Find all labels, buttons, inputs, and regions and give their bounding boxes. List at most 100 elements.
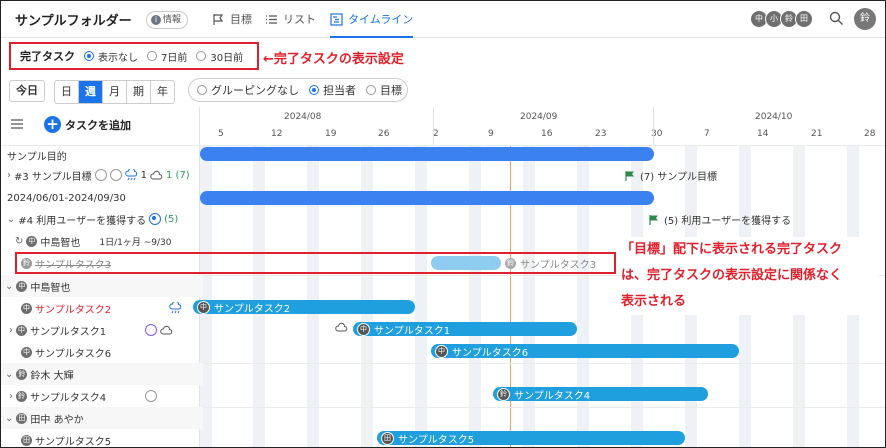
- info-icon: i: [151, 15, 161, 25]
- radio-checked-icon: [84, 51, 94, 61]
- avatar: 中: [16, 280, 28, 292]
- bar-label: サンプルタスク4: [514, 390, 591, 402]
- add-task-button[interactable]: + タスクを追加: [44, 116, 131, 133]
- task-name: サンプルタスク1: [30, 326, 107, 338]
- bar-label: サンプルタスク5: [398, 434, 475, 446]
- chevron-down-icon[interactable]: ⌄: [5, 281, 13, 292]
- tab-timeline-label: タイムライン: [348, 13, 414, 26]
- radio-icon: [147, 51, 157, 61]
- completed-option-7days[interactable]: 7日前: [147, 49, 187, 64]
- day-label: 14: [757, 129, 769, 139]
- task-bar[interactable]: 中 サンプルタスク6: [431, 344, 739, 359]
- chevron-right-icon[interactable]: ›: [7, 170, 11, 181]
- month-label: 2024/09: [520, 112, 558, 122]
- task-row[interactable]: 中 サンプルタスク6: [1, 341, 219, 363]
- avatar: 中: [197, 300, 210, 314]
- owner-row[interactable]: ↻ 中 中島智也 1日/1ヶ月 ~9/30: [1, 230, 213, 252]
- purpose-bar[interactable]: [200, 147, 654, 161]
- group-header-row[interactable]: ⌄ 鈴 鈴木 大輝: [1, 363, 203, 385]
- period-row[interactable]: 2024/06/01-2024/09/30: [1, 187, 205, 209]
- day-label: 9: [488, 129, 494, 139]
- scale-week[interactable]: 週: [79, 81, 103, 103]
- month-divider: [653, 107, 654, 145]
- annotation-line: 「目標」配下に表示される完了タスク: [621, 242, 843, 257]
- avatar: 中: [21, 302, 32, 314]
- check-circle-icon: [149, 213, 162, 225]
- avatar: 鈴: [16, 390, 27, 402]
- month-divider: [433, 107, 434, 145]
- task-bar[interactable]: 中 サンプルタスク2: [193, 300, 415, 315]
- completed-option-30days[interactable]: 30日前: [196, 49, 243, 64]
- goal-period: 2024/06/01-2024/09/30: [7, 192, 126, 204]
- goal-flag[interactable]: (5) 利用ユーザーを獲得する: [648, 212, 791, 227]
- tab-list[interactable]: リスト: [265, 1, 316, 37]
- tab-timeline[interactable]: タイムライン: [330, 1, 414, 38]
- annotation-completed-under-goal: 「目標」配下に表示される完了タスク は、完了タスクの表示設定に関係なく 表示され…: [621, 237, 879, 315]
- task-bar[interactable]: 田 サンプルタスク5: [377, 431, 685, 446]
- check-circle-icon: [109, 169, 122, 181]
- task-row[interactable]: › 鈴 サンプルタスク4: [1, 385, 207, 407]
- progress-ring-icon: [94, 169, 107, 181]
- goal-name: #4 利用ユーザーを獲得する: [18, 215, 147, 227]
- chevron-down-icon[interactable]: ⌄: [5, 369, 13, 380]
- task-row[interactable]: › 中 サンプルタスク1: [1, 319, 207, 341]
- bar-label: サンプルタスク6: [452, 347, 529, 359]
- flag-icon: [625, 170, 634, 181]
- scale-day[interactable]: 日: [55, 81, 79, 103]
- completed-task-highlight: [15, 252, 616, 274]
- app-window: サンプルフォルダー i 情報 目標 リスト タイムライン 中 小 鈴 田 鈴 完…: [0, 0, 886, 448]
- list-icon: [266, 14, 277, 24]
- chevron-right-icon[interactable]: ›: [9, 325, 13, 336]
- avatar: 田: [795, 10, 813, 28]
- goal-flag[interactable]: (7) サンプル目標: [624, 168, 717, 183]
- avatar: 鈴: [16, 368, 28, 380]
- progress-ring-icon: [145, 390, 158, 402]
- avatar: 田: [381, 431, 394, 445]
- chevron-down-icon[interactable]: ⌄: [5, 413, 13, 424]
- task-name: サンプルタスク5: [35, 436, 112, 448]
- tab-list-label: リスト: [283, 13, 316, 26]
- completed-task-setting: 完了タスク 表示なし 7日前 30日前: [9, 42, 259, 70]
- task-name: サンプルタスク2: [35, 304, 112, 316]
- task-row[interactable]: 中 サンプルタスク2: [1, 297, 219, 319]
- goal-flag-label: (5) 利用ユーザーを獲得する: [664, 216, 792, 227]
- day-label: 23: [595, 129, 607, 139]
- info-button[interactable]: i 情報: [146, 11, 189, 29]
- group-header-row[interactable]: ⌄ 田 田中 あやか: [1, 407, 203, 429]
- scale-month[interactable]: 月: [103, 81, 127, 103]
- avatar: 中: [435, 344, 448, 358]
- task-row[interactable]: 田 サンプルタスク5: [1, 429, 219, 448]
- today-button[interactable]: 今日: [9, 80, 45, 102]
- month-label: 2024/10: [755, 112, 793, 122]
- scale-year[interactable]: 年: [151, 81, 174, 103]
- chevron-right-icon[interactable]: ›: [9, 391, 13, 402]
- add-task-label: タスクを追加: [65, 118, 131, 132]
- task-bar[interactable]: 鈴 サンプルタスク4: [493, 387, 708, 402]
- goal-count: (5): [164, 213, 179, 225]
- member-avatars[interactable]: 中 小 鈴 田: [750, 10, 813, 28]
- task-bar[interactable]: 中 サンプルタスク1: [353, 322, 577, 337]
- tab-goals[interactable]: 目標: [212, 1, 252, 37]
- grouping-goal[interactable]: 目標: [366, 82, 402, 98]
- radio-icon: [366, 85, 376, 95]
- purpose-row[interactable]: サンプル目的: [1, 144, 205, 166]
- search-icon[interactable]: [829, 11, 844, 26]
- option-label: 担当者: [323, 84, 356, 97]
- user-avatar[interactable]: 鈴: [854, 8, 876, 30]
- group-header-row[interactable]: ⌄ 中 中島智也: [1, 275, 203, 297]
- goal-count: 1 (7): [166, 169, 190, 181]
- chevron-down-icon[interactable]: ⌄: [7, 214, 15, 225]
- cloud-icon: [160, 325, 173, 335]
- header-bar: サンプルフォルダー i 情報 目標 リスト タイムライン 中 小 鈴 田 鈴: [1, 1, 885, 38]
- goal-row[interactable]: ⌄ #4 利用ユーザーを獲得する (5): [1, 208, 205, 230]
- completed-option-none[interactable]: 表示なし: [84, 49, 138, 64]
- tab-goals-label: 目標: [230, 13, 252, 26]
- grouping-assignee[interactable]: 担当者: [309, 82, 356, 98]
- period-bar[interactable]: [200, 191, 654, 205]
- scale-quarter[interactable]: 期: [127, 81, 151, 103]
- grouping-none[interactable]: グルーピングなし: [197, 82, 299, 98]
- day-label: 16: [541, 129, 553, 139]
- scale-selector: 日 週 月 期 年: [54, 80, 175, 104]
- menu-icon[interactable]: [11, 119, 23, 129]
- goal-row[interactable]: › #3 サンプル目標 1 1 (7): [1, 164, 205, 186]
